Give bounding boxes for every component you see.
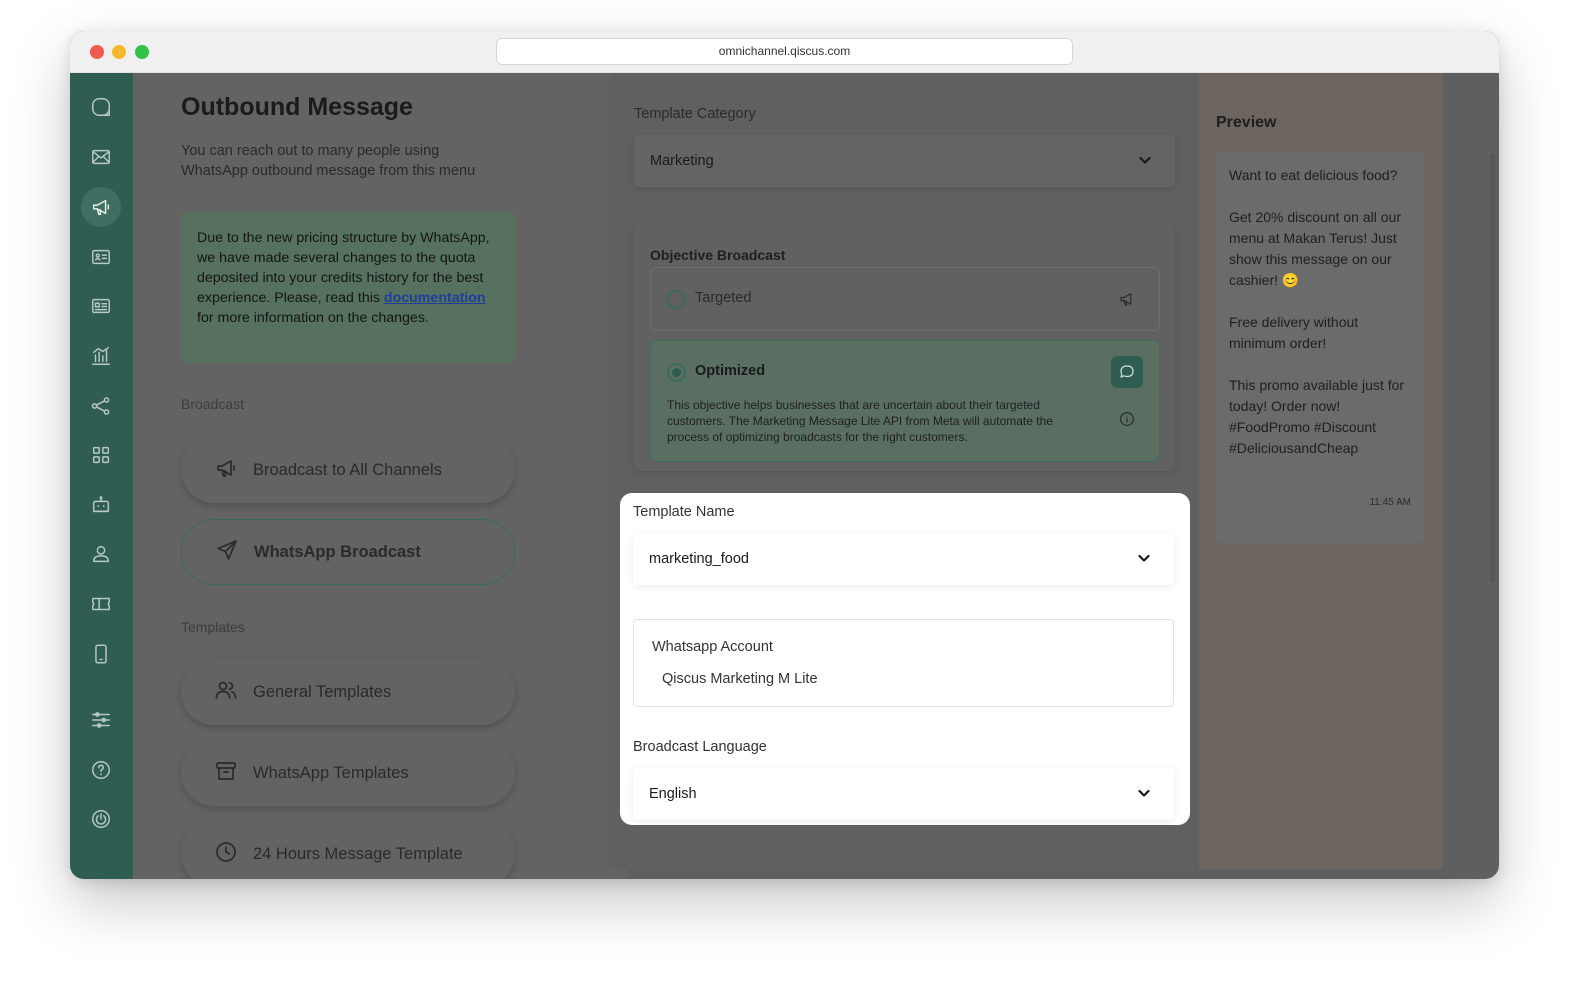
contact-card-icon[interactable] bbox=[81, 237, 121, 277]
agent-icon[interactable] bbox=[81, 534, 121, 574]
objective-option-optimized[interactable]: Optimized This objective helps businesse… bbox=[650, 340, 1160, 462]
option-label: Optimized bbox=[695, 363, 766, 379]
page-title: Outbound Message bbox=[181, 93, 413, 121]
analytics-icon[interactable] bbox=[81, 336, 121, 376]
preview-paragraph: Want to eat delicious food? bbox=[1229, 167, 1398, 183]
whatsapp-broadcast-button[interactable]: WhatsApp Broadcast bbox=[181, 519, 515, 585]
preview-paragraph: Free delivery without minimum order! bbox=[1229, 314, 1359, 351]
send-icon bbox=[215, 538, 254, 567]
mail-icon[interactable] bbox=[81, 137, 121, 177]
objective-title: Objective Broadcast bbox=[650, 247, 786, 263]
power-icon[interactable] bbox=[81, 799, 121, 839]
chevron-down-icon bbox=[1137, 152, 1153, 168]
general-templates-button[interactable]: General Templates bbox=[181, 659, 515, 725]
preview-paragraph: This promo available just for today! Ord… bbox=[1229, 377, 1405, 456]
pricing-notice: Due to the new pricing structure by What… bbox=[181, 212, 515, 363]
broadcast-language-select[interactable]: English bbox=[633, 768, 1174, 820]
broadcast-section-label: Broadcast bbox=[181, 396, 245, 412]
clock-icon bbox=[214, 840, 253, 869]
template-name-label: Template Name bbox=[633, 504, 735, 520]
objective-option-targeted[interactable]: Targeted bbox=[650, 267, 1160, 331]
radio-optimized[interactable] bbox=[667, 363, 686, 382]
preview-paragraph: Get 20% discount on all our menu at Maka… bbox=[1229, 209, 1401, 288]
minimize-window-button[interactable] bbox=[112, 45, 126, 59]
menu-label: General Templates bbox=[253, 682, 392, 701]
documentation-link[interactable]: documentation bbox=[384, 290, 486, 306]
help-icon[interactable] bbox=[81, 750, 121, 790]
megaphone-icon[interactable] bbox=[81, 187, 121, 227]
option-label: Targeted bbox=[695, 290, 752, 306]
broadcast-all-channels-button[interactable]: Broadcast to All Channels bbox=[181, 437, 515, 503]
template-name-select[interactable]: marketing_food bbox=[633, 533, 1174, 585]
chevron-down-icon bbox=[1136, 785, 1152, 801]
maximize-window-button[interactable] bbox=[135, 45, 149, 59]
preview-title: Preview bbox=[1216, 114, 1277, 131]
id-card-icon[interactable] bbox=[81, 286, 121, 326]
optimized-description: This objective helps businesses that are… bbox=[667, 398, 1053, 444]
whatsapp-templates-button[interactable]: WhatsApp Templates bbox=[181, 740, 515, 806]
template-category-select[interactable]: Marketing bbox=[634, 135, 1175, 187]
menu-label: 24 Hours Message Template bbox=[253, 844, 463, 863]
chat-bubble-icon bbox=[1111, 356, 1143, 388]
browser-titlebar: omnichannel.qiscus.com bbox=[70, 31, 1499, 73]
megaphone-icon bbox=[214, 456, 253, 485]
whatsapp-account-field: Whatsapp Account Qiscus Marketing M Lite bbox=[633, 619, 1174, 707]
page-subtitle: You can reach out to many people using W… bbox=[181, 143, 476, 179]
logo-icon[interactable] bbox=[81, 87, 121, 127]
menu-label: WhatsApp Broadcast bbox=[254, 542, 421, 561]
broadcast-language-label: Broadcast Language bbox=[633, 739, 767, 755]
megaphone-icon bbox=[1111, 283, 1143, 315]
archive-icon bbox=[214, 759, 253, 788]
scrollbar[interactable] bbox=[1490, 153, 1495, 583]
ticket-icon[interactable] bbox=[81, 584, 121, 624]
info-icon[interactable] bbox=[1111, 403, 1143, 435]
templates-section-label: Templates bbox=[181, 619, 245, 635]
apps-grid-icon[interactable] bbox=[81, 435, 121, 475]
radio-targeted[interactable] bbox=[667, 290, 686, 309]
app-sidebar bbox=[70, 73, 133, 879]
bot-icon[interactable] bbox=[81, 485, 121, 525]
close-window-button[interactable] bbox=[90, 45, 104, 59]
outbound-menu-panel: Outbound Message You can reach out to ma… bbox=[133, 73, 628, 879]
address-bar[interactable]: omnichannel.qiscus.com bbox=[496, 38, 1073, 65]
template-settings-panel: Template Name marketing_food Whatsapp Ac… bbox=[620, 493, 1190, 825]
whatsapp-account-label: Whatsapp Account bbox=[652, 639, 773, 655]
template-name-value: marketing_food bbox=[649, 551, 749, 567]
message-time: 11:45 AM bbox=[1369, 497, 1411, 508]
broadcast-language-value: English bbox=[649, 786, 697, 802]
preview-message-bubble: Want to eat delicious food? Get 20% disc… bbox=[1216, 151, 1424, 543]
browser-window: omnichannel.qiscus.com Outbound Message … bbox=[70, 31, 1499, 879]
users-icon bbox=[214, 678, 253, 707]
chevron-down-icon bbox=[1136, 550, 1152, 566]
menu-label: WhatsApp Templates bbox=[253, 763, 409, 782]
24-hours-template-button[interactable]: 24 Hours Message Template bbox=[181, 821, 515, 879]
objective-broadcast-card: Objective Broadcast Targeted Optimized T… bbox=[634, 225, 1175, 471]
message-preview-panel: Preview Want to eat delicious food? Get … bbox=[1199, 73, 1443, 869]
integration-icon[interactable] bbox=[81, 386, 121, 426]
mobile-icon[interactable] bbox=[81, 634, 121, 674]
template-category-value: Marketing bbox=[650, 153, 714, 169]
menu-label: Broadcast to All Channels bbox=[253, 460, 442, 479]
template-category-label: Template Category bbox=[634, 106, 756, 122]
notice-text-end: for more information on the changes. bbox=[197, 310, 429, 326]
settings-sliders-icon[interactable] bbox=[81, 700, 121, 740]
whatsapp-account-value: Qiscus Marketing M Lite bbox=[662, 671, 818, 687]
